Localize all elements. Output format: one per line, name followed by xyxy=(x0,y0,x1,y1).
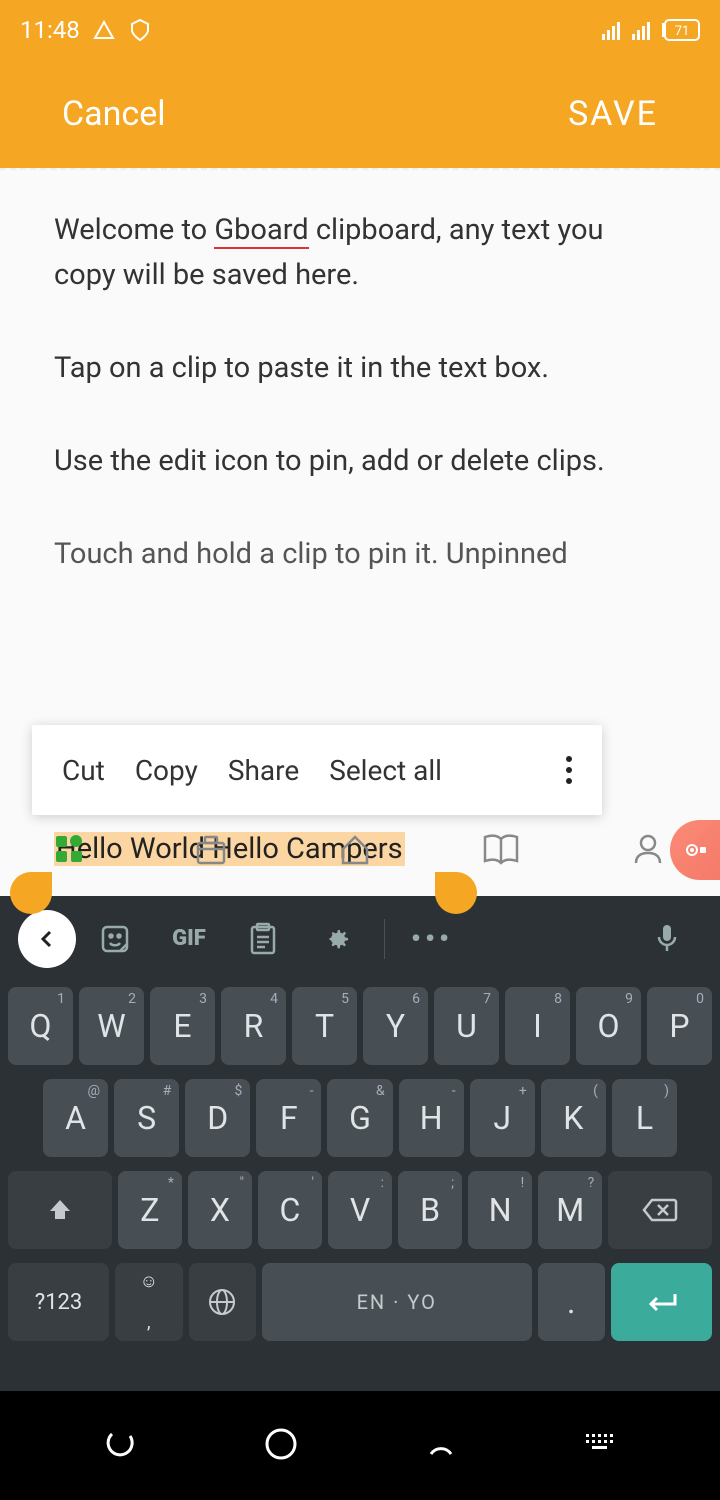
spellcheck-underline[interactable]: Gboard xyxy=(214,213,308,249)
keyboard-row-1: Q1W2E3R4T5Y6U7I8O9P0 xyxy=(8,987,712,1065)
key-t[interactable]: T5 xyxy=(292,987,357,1065)
keyboard-switch-button[interactable] xyxy=(584,1432,618,1460)
text-editor[interactable]: Welcome to Gboard clipboard, any text yo… xyxy=(0,168,720,896)
enter-key[interactable] xyxy=(611,1263,712,1341)
keyboard: GIF ••• Q1W2E3R4T5Y6U7I8O9P0 A@S#D$F-G&H… xyxy=(0,896,720,1391)
status-bar: 11:48 71 xyxy=(0,0,720,60)
key-u[interactable]: U7 xyxy=(434,987,499,1065)
save-button[interactable]: SAVE xyxy=(568,94,658,134)
content-paragraph: Welcome to Gboard clipboard, any text yo… xyxy=(54,208,666,298)
more-icon[interactable] xyxy=(566,756,572,784)
cancel-button[interactable]: Cancel xyxy=(62,94,166,134)
language-key[interactable] xyxy=(189,1263,256,1341)
svg-text:71: 71 xyxy=(675,24,690,39)
key-q[interactable]: Q1 xyxy=(8,987,73,1065)
signal-icon xyxy=(602,20,624,40)
key-i[interactable]: I8 xyxy=(505,987,570,1065)
keyboard-toolbar: GIF ••• xyxy=(0,896,720,981)
numbers-key[interactable]: ?123 xyxy=(8,1263,109,1341)
content-paragraph: Tap on a clip to paste it in the text bo… xyxy=(54,346,666,391)
key-s[interactable]: S# xyxy=(114,1079,179,1157)
key-c[interactable]: C' xyxy=(258,1171,322,1249)
key-f[interactable]: F- xyxy=(256,1079,321,1157)
cut-action[interactable]: Cut xyxy=(62,754,105,787)
keyboard-row-3: Z*X"C'V:B;N!M? xyxy=(8,1171,712,1249)
key-h[interactable]: H- xyxy=(399,1079,464,1157)
book-tab[interactable] xyxy=(481,831,521,871)
key-m[interactable]: M? xyxy=(538,1171,602,1249)
key-r[interactable]: R4 xyxy=(221,987,286,1065)
more-icon[interactable]: ••• xyxy=(397,909,467,969)
person-tab[interactable] xyxy=(630,831,666,871)
home-tab[interactable] xyxy=(337,831,373,871)
keyboard-row-4: ?123 ☺, EN · YO . xyxy=(8,1263,712,1341)
key-x[interactable]: X" xyxy=(188,1171,252,1249)
key-l[interactable]: L) xyxy=(612,1079,677,1157)
key-w[interactable]: W2 xyxy=(79,987,144,1065)
briefcase-tab[interactable] xyxy=(193,831,229,871)
key-g[interactable]: G& xyxy=(327,1079,392,1157)
sticker-icon[interactable] xyxy=(80,909,150,969)
back-button[interactable] xyxy=(423,1426,459,1466)
app-header: Cancel SAVE xyxy=(0,60,720,168)
context-menu: Cut Copy Share Select all xyxy=(32,725,602,815)
key-j[interactable]: J+ xyxy=(470,1079,535,1157)
signal-icon-2 xyxy=(632,20,654,40)
mic-icon[interactable] xyxy=(632,909,702,969)
shift-key[interactable] xyxy=(8,1171,112,1249)
home-button[interactable] xyxy=(263,1426,299,1466)
key-n[interactable]: N! xyxy=(468,1171,532,1249)
copy-action[interactable]: Copy xyxy=(135,754,198,787)
select-all-action[interactable]: Select all xyxy=(329,754,442,787)
battery-icon: 71 xyxy=(662,19,700,41)
key-k[interactable]: K( xyxy=(541,1079,606,1157)
recent-apps-button[interactable] xyxy=(102,1426,138,1466)
key-b[interactable]: B; xyxy=(398,1171,462,1249)
share-action[interactable]: Share xyxy=(228,754,299,787)
keyboard-row-2: A@S#D$F-G&H-J+K(L) xyxy=(8,1079,712,1157)
key-p[interactable]: P0 xyxy=(647,987,712,1065)
grid-tab[interactable] xyxy=(54,834,84,868)
backspace-key[interactable] xyxy=(608,1171,712,1249)
key-v[interactable]: V: xyxy=(328,1171,392,1249)
keyboard-back-button[interactable] xyxy=(18,910,76,968)
clipboard-icon[interactable] xyxy=(228,909,298,969)
status-time: 11:48 xyxy=(20,16,80,44)
key-o[interactable]: O9 xyxy=(576,987,641,1065)
content-paragraph: Touch and hold a clip to pin it. Unpinne… xyxy=(54,532,666,577)
gear-icon[interactable] xyxy=(302,909,372,969)
emoji-key[interactable]: ☺, xyxy=(115,1263,182,1341)
editor-toolbar xyxy=(0,806,720,896)
system-nav-bar xyxy=(0,1391,720,1500)
triangle-icon xyxy=(92,18,116,42)
key-y[interactable]: Y6 xyxy=(363,987,428,1065)
key-z[interactable]: Z* xyxy=(118,1171,182,1249)
key-a[interactable]: A@ xyxy=(43,1079,108,1157)
content-paragraph: Use the edit icon to pin, add or delete … xyxy=(54,439,666,484)
key-e[interactable]: E3 xyxy=(150,987,215,1065)
gif-button[interactable]: GIF xyxy=(154,909,224,969)
space-key[interactable]: EN · YO xyxy=(262,1263,532,1341)
period-key[interactable]: . xyxy=(538,1263,605,1341)
key-d[interactable]: D$ xyxy=(185,1079,250,1157)
shield-icon xyxy=(128,18,152,42)
